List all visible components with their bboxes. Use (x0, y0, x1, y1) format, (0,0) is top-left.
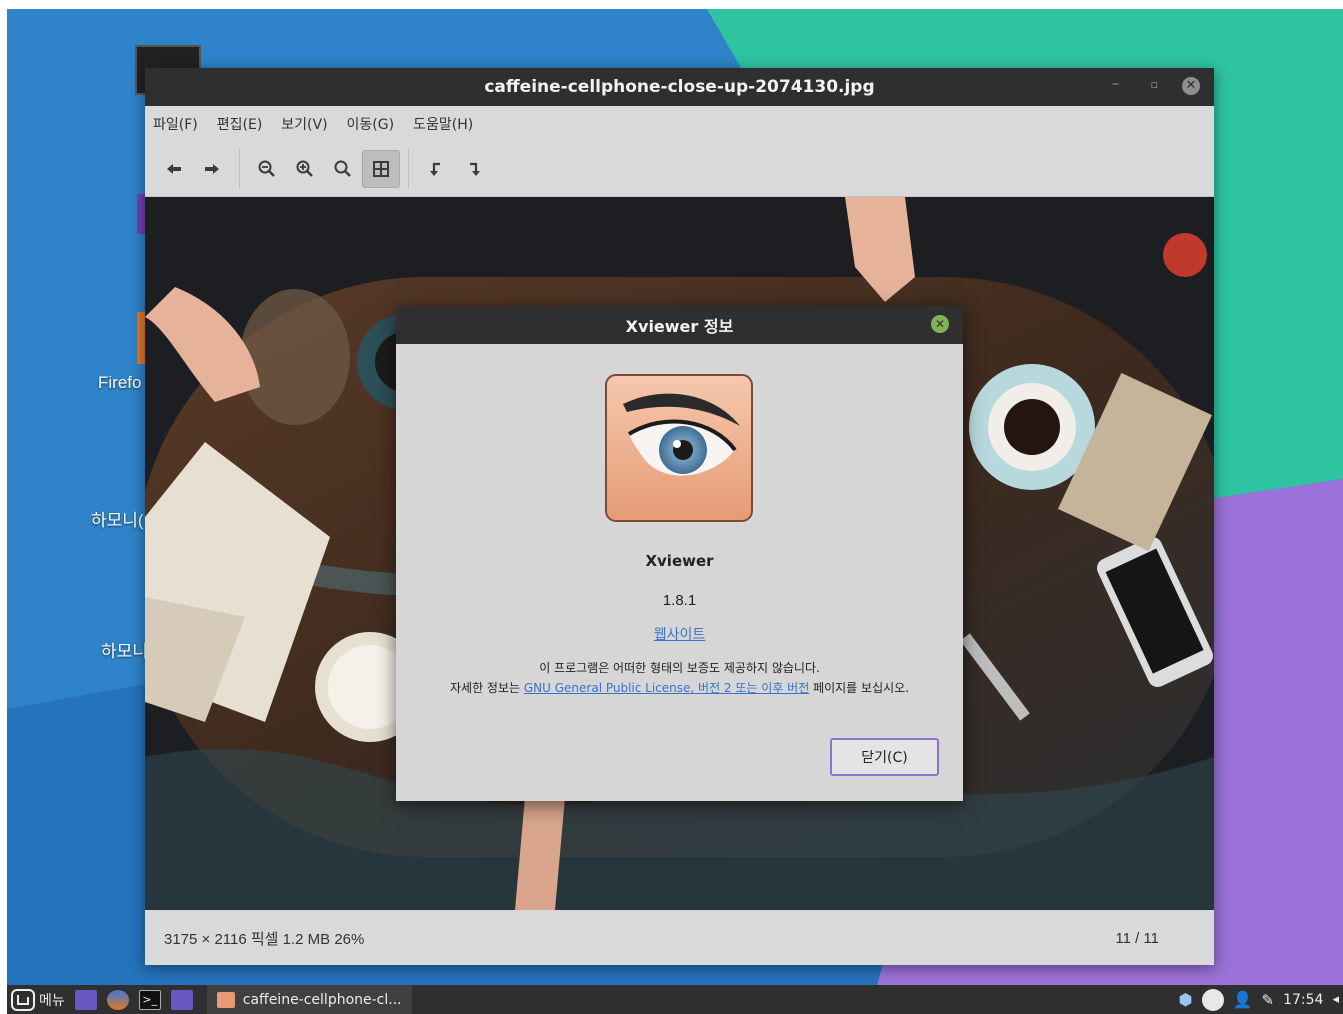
zoom-out-icon[interactable] (248, 150, 286, 188)
pen-icon[interactable]: ✎ (1262, 991, 1275, 1009)
toolbar (145, 142, 1214, 197)
desktop-label-harmony-1[interactable]: 하모니( (91, 506, 144, 531)
zoom-normal-icon[interactable] (324, 150, 362, 188)
minimize-icon[interactable]: – (1112, 76, 1119, 92)
dialog-title: Xviewer 정보 (625, 317, 734, 336)
mint-logo-icon (11, 988, 35, 1011)
desktop-label-firefox[interactable]: Firefo (98, 373, 141, 393)
network-icon[interactable] (1201, 988, 1224, 1011)
license-suffix: 페이지를 보십시오. (809, 681, 910, 695)
license-text: 이 프로그램은 어떠한 형태의 보증도 제공하지 않습니다. 자세한 정보는 G… (396, 658, 963, 698)
status-bar: 3175 × 2116 픽셀 1.2 MB 26% 11 / 11 (145, 911, 1214, 965)
toolbar-separator (408, 149, 409, 189)
zoom-in-icon[interactable] (286, 150, 324, 188)
taskbar-window-item[interactable]: caffeine-cellphone-cl... (206, 985, 412, 1014)
arrow-left-icon[interactable] (155, 150, 193, 188)
menu-bar: 파일(F) 편집(E) 보기(V) 이동(G) 도움말(H) (145, 106, 1214, 142)
window-title: caffeine-cellphone-close-up-2074130.jpg (484, 77, 875, 97)
toolbar-separator (239, 149, 240, 189)
terminal-icon[interactable]: >_ (138, 989, 161, 1010)
menu-go[interactable]: 이동(G) (347, 114, 395, 134)
maximize-icon[interactable]: ▫ (1151, 78, 1158, 91)
license-line-2: 자세한 정보는 GNU General Public License, 버전 2… (396, 678, 963, 698)
arrow-right-icon[interactable] (193, 150, 231, 188)
show-desktop-icon[interactable] (74, 989, 97, 1010)
rotate-left-icon[interactable] (417, 150, 455, 188)
app-version: 1.8.1 (662, 592, 697, 609)
close-button[interactable]: 닫기(C) (830, 738, 939, 776)
user-icon[interactable]: 👤 (1233, 990, 1253, 1009)
menu-file[interactable]: 파일(F) (153, 114, 198, 134)
menu-edit[interactable]: 편집(E) (217, 114, 263, 134)
license-prefix: 자세한 정보는 (449, 681, 524, 695)
xviewer-small-icon (216, 991, 235, 1008)
license-line-1: 이 프로그램은 어떠한 형태의 보증도 제공하지 않습니다. (539, 661, 820, 675)
window-titlebar[interactable]: caffeine-cellphone-close-up-2074130.jpg … (145, 68, 1214, 106)
xviewer-eye-icon (605, 374, 753, 522)
rotate-right-icon[interactable] (455, 150, 493, 188)
website-link[interactable]: 웹사이트 (396, 624, 963, 644)
app-name: Xviewer (645, 552, 714, 570)
taskbar: 메뉴 >_ caffeine-cellphone-cl... ⬢ 👤 ✎ 17:… (7, 985, 1343, 1014)
menu-label: 메뉴 (39, 992, 65, 1009)
page-counter: 11 / 11 (1115, 929, 1159, 947)
image-info-text: 3175 × 2116 픽셀 1.2 MB 26% (164, 930, 365, 948)
shield-icon[interactable]: ⬢ (1179, 990, 1193, 1009)
dialog-close-icon[interactable]: ✕ (931, 315, 949, 333)
firefox-icon[interactable] (106, 989, 129, 1010)
about-dialog: Xviewer 정보 ✕ Xviewer 1.8.1 웹사이트 이 프로그램은 … (396, 306, 963, 801)
dialog-titlebar[interactable]: Xviewer 정보 ✕ (396, 306, 963, 344)
file-manager-icon[interactable] (170, 989, 193, 1010)
desktop-label-harmony-2[interactable]: 하모니 (101, 637, 148, 662)
close-icon[interactable]: ✕ (1182, 77, 1200, 95)
menu-help[interactable]: 도움말(H) (413, 114, 473, 134)
taskbar-window-label: caffeine-cellphone-cl... (242, 991, 402, 1008)
license-link[interactable]: GNU General Public License, 버전 2 또는 이후 버… (524, 681, 809, 695)
start-menu-button[interactable]: 메뉴 (11, 988, 65, 1011)
best-fit-icon[interactable] (362, 150, 400, 188)
menu-view[interactable]: 보기(V) (281, 114, 327, 134)
volume-icon[interactable]: ◂ (1332, 992, 1339, 1007)
system-tray: ⬢ 👤 ✎ 17:54 ◂ (1179, 988, 1339, 1011)
clock[interactable]: 17:54 (1283, 992, 1323, 1008)
